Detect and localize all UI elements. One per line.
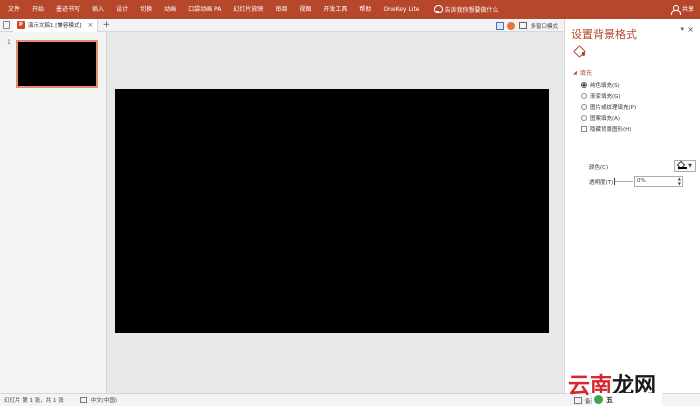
status-left: 幻灯片 第 1 张，共 1 张 中文(中国) — [0, 396, 117, 404]
tab-animations[interactable]: 动画 — [158, 0, 182, 19]
transparency-label: 透明度(T) — [589, 180, 614, 186]
tab-transitions[interactable]: 切换 — [134, 0, 158, 19]
watermark-sub-bar: 五 — [592, 393, 662, 406]
zoom-search-icon[interactable] — [496, 21, 505, 30]
hide-background-label: 隐藏背景图形(H) — [590, 127, 632, 133]
tab-view[interactable]: 视图 — [293, 0, 317, 19]
new-tab-button[interactable]: + — [101, 20, 111, 30]
tab-review[interactable]: 审阅 — [269, 0, 293, 19]
settings-icon[interactable] — [507, 21, 516, 30]
transparency-value: 0% — [637, 178, 646, 184]
pane-title: 设置背景格式 — [571, 28, 637, 41]
page-icon[interactable] — [3, 21, 10, 29]
tab-design[interactable]: 设计 — [110, 0, 134, 19]
slider-handle[interactable] — [614, 178, 615, 185]
close-tab-icon[interactable]: × — [88, 21, 94, 29]
language-indicator[interactable]: 中文(中国) — [91, 396, 117, 404]
format-background-pane: 设置背景格式 ▾ × ◢ 填充 纯色填充(S) 渐变填充(G) 图片或纹理填充(… — [564, 19, 700, 393]
pane-close-button[interactable]: × — [687, 25, 694, 34]
solid-fill-radio[interactable] — [581, 82, 587, 88]
fill-section-header[interactable]: ◢ 填充 — [573, 68, 592, 78]
picture-fill-radio[interactable] — [581, 104, 587, 110]
tab-ink[interactable]: 墨迹书写 — [50, 0, 86, 19]
powerpoint-icon: P — [17, 21, 25, 29]
green-circle-icon — [594, 395, 603, 404]
share-button[interactable]: 共享 — [670, 0, 694, 19]
pattern-fill-radio[interactable] — [581, 115, 587, 121]
slide-thumbnail[interactable] — [16, 40, 98, 88]
watermark-sub-text: 五 — [606, 395, 613, 404]
tab-help[interactable]: 帮助 — [353, 0, 377, 19]
tab-onekey-lite[interactable]: OneKey Lite — [377, 0, 425, 19]
chevron-down-icon: ▼ — [688, 163, 692, 169]
slide-editing-area — [108, 32, 564, 393]
tab-pocket-animation[interactable]: 口袋动画 PA — [182, 0, 227, 19]
option-pattern-fill[interactable]: 图案填充(A) — [581, 114, 620, 122]
document-title: 演示文稿1 [兼容模式] — [28, 23, 82, 29]
option-hide-background-graphics[interactable]: 隐藏背景图形(H) — [581, 125, 631, 133]
solid-fill-label: 纯色填充(S) — [590, 83, 620, 89]
slide-canvas[interactable] — [115, 89, 549, 333]
person-icon — [670, 5, 681, 15]
option-solid-fill[interactable]: 纯色填充(S) — [581, 81, 620, 89]
tab-insert[interactable]: 插入 — [86, 0, 110, 19]
lightbulb-icon — [433, 5, 443, 14]
fill-bucket-icon[interactable] — [573, 45, 585, 57]
slide-count-text: 幻灯片 第 1 张，共 1 张 — [4, 398, 64, 404]
gradient-fill-radio[interactable] — [581, 93, 587, 99]
option-picture-fill[interactable]: 图片或纹理填充(P) — [581, 103, 636, 111]
tab-developer[interactable]: 开发工具 — [317, 0, 353, 19]
tab-home[interactable]: 开始 — [26, 0, 50, 19]
window-icon — [519, 22, 528, 29]
fill-section-label: 填充 — [579, 70, 592, 77]
color-picker-button[interactable]: ▼ — [674, 160, 696, 172]
transparency-slider[interactable] — [614, 178, 633, 185]
picture-fill-label: 图片或纹理填充(P) — [590, 105, 637, 111]
spinner-arrows-icon[interactable]: ▲ ▼ — [678, 176, 681, 186]
hide-background-checkbox[interactable] — [581, 126, 587, 132]
document-tab-bar: P 演示文稿1 [兼容模式] × + 多窗口模式 — [0, 18, 564, 32]
tab-file[interactable]: 文件 — [0, 0, 26, 19]
transparency-spinner[interactable]: 0% ▲ ▼ — [634, 176, 683, 187]
share-label: 共享 — [681, 6, 694, 13]
tab-slideshow[interactable]: 幻灯片放映 — [227, 0, 269, 19]
slide-number: 1 — [7, 39, 11, 46]
spellcheck-icon[interactable] — [79, 397, 87, 403]
current-color-swatch — [678, 167, 687, 169]
pattern-fill-label: 图案填充(A) — [590, 116, 621, 122]
document-tab[interactable]: P 演示文稿1 [兼容模式] × — [13, 18, 99, 32]
tell-me-label: 告诉我你想要做什么 — [444, 7, 499, 14]
ribbon-tab-bar: 文件 开始 墨迹书写 插入 设计 切换 动画 口袋动画 PA 幻灯片放映 审阅 … — [0, 0, 700, 19]
collapse-triangle-icon: ◢ — [573, 69, 577, 76]
color-label: 颜色(C) — [589, 165, 609, 171]
docbar-tools: 多窗口模式 — [496, 19, 558, 32]
tell-me-box[interactable]: 告诉我你想要做什么 — [433, 5, 499, 14]
pane-options-caret[interactable]: ▾ — [680, 25, 684, 33]
multi-window-mode-button[interactable]: 多窗口模式 — [530, 22, 558, 30]
gradient-fill-label: 渐变填充(G) — [590, 94, 621, 100]
slide-thumbnail-pane: 1 — [0, 32, 107, 393]
option-gradient-fill[interactable]: 渐变填充(G) — [581, 92, 621, 100]
